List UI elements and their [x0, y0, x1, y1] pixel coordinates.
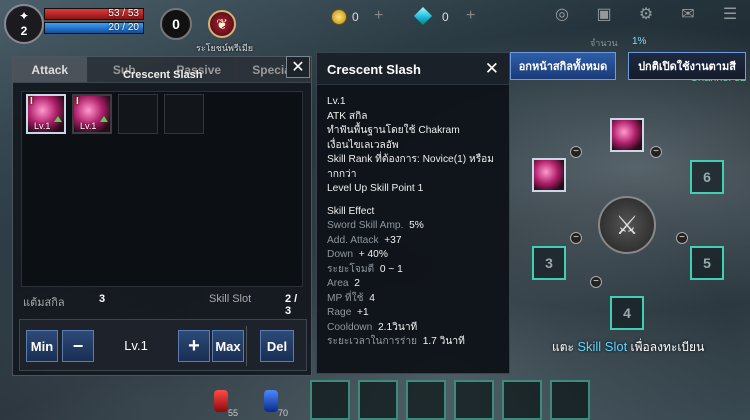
coin-value: 0 [352, 10, 359, 24]
minus-button[interactable]: − [62, 330, 94, 362]
skill-points-row: แต้มสกิล 3 Skill Slot 2 / 3 [23, 293, 303, 317]
mp-potion-count: 70 [278, 408, 289, 418]
skill-rank: I [30, 96, 33, 107]
skill-panel-close-button[interactable]: ✕ [286, 56, 310, 78]
detail-close-button[interactable]: ✕ [485, 59, 499, 79]
skill-points-label: แต้มสกิล [23, 297, 65, 309]
add-gems-button[interactable]: + [466, 7, 475, 25]
stat-label: จำนวน [590, 38, 618, 48]
remove-slot-icon[interactable]: − [676, 232, 688, 244]
skill-slot-4[interactable] [164, 94, 204, 134]
registered-skill-slot-left[interactable] [532, 158, 566, 192]
class-emblem-icon: ✦ [18, 9, 30, 23]
max-button[interactable]: Max [212, 330, 244, 362]
upgrade-arrow-icon [100, 116, 108, 122]
detail-line: Skill Rank ที่ต้องการ: Novice(1) หรือม [327, 154, 495, 165]
hp-bar: 53 / 53 [44, 8, 144, 20]
upgrade-arrow-icon [54, 116, 62, 122]
effect-row: ระยะโจมตี 0 ~ 1 [327, 263, 403, 275]
detail-header: Crescent Slash ✕ [317, 53, 509, 85]
hp-potion-count: 55 [228, 408, 239, 418]
min-button[interactable]: Min [26, 330, 58, 362]
skill-slot-3[interactable] [118, 94, 158, 134]
detail-line: Level Up Skill Point 1 [327, 183, 424, 194]
detail-line: ากกว่า [327, 168, 357, 180]
skill-level: Lv.1 [80, 121, 97, 131]
detail-line: เงื่อนไขเลเวลอัพ [327, 139, 399, 151]
effect-row: Down + 40% [327, 249, 388, 260]
skill-slot-1[interactable]: I Lv.1 [26, 94, 66, 134]
all-skills-page-button[interactable]: อกหน้าสกิลทั้งหมด [510, 52, 616, 80]
progress-percent: 1% [632, 36, 647, 47]
skill-slot-4-ring[interactable]: 4 [610, 296, 644, 330]
crossed-swords-icon: ⚔ [598, 196, 656, 254]
mail-icon[interactable]: ✉ [674, 4, 702, 24]
skill-effect-title: Skill Effect [327, 205, 375, 217]
add-coins-button[interactable]: + [374, 7, 383, 25]
skill-detail-panel: Crescent Slash ✕ Lv.1 ATK สกิล ทำฟันพื้น… [316, 52, 510, 374]
remove-slot-icon[interactable]: − [570, 232, 582, 244]
bag-icon[interactable]: ▣ [590, 4, 618, 24]
premium-benefit-icon[interactable]: ❦ [208, 10, 236, 38]
player-avatar[interactable]: ✦ 2 [4, 4, 44, 44]
effect-row: Sword Skill Amp. 5% [327, 220, 424, 231]
skill-slot-2[interactable]: I Lv.1 [72, 94, 112, 134]
mp-bar: 20 / 20 [44, 22, 144, 34]
detail-line: Lv.1 [327, 96, 346, 107]
quick-slot[interactable] [358, 380, 398, 420]
mp-potion-icon[interactable] [264, 390, 278, 412]
quick-slot[interactable] [310, 380, 350, 420]
premium-benefit-label: ระโยชน์พรีเมีย [196, 43, 254, 53]
normal-mode-button[interactable]: ปกติเปิดใช้งานตามสี [628, 52, 746, 80]
register-hint: แตะ Skill Slot เพื่อลงทะเบียน [552, 339, 705, 354]
quick-slot[interactable] [550, 380, 590, 420]
effect-row: Rage +1 [327, 307, 369, 318]
skill-slot-label: Skill Slot [209, 293, 252, 305]
skill-grid: I Lv.1 I Lv.1 [21, 91, 303, 287]
combo-counter[interactable]: 0 [160, 8, 192, 40]
settings-icon[interactable]: ⚙ [632, 4, 660, 24]
player-level: 2 [20, 24, 28, 38]
selected-skill-title: Crescent Slash [123, 69, 203, 81]
skill-level: Lv.1 [34, 121, 51, 131]
skill-list-panel: Attack Sub Passive Special Crescent Slas… [12, 56, 312, 376]
detail-line: ATK สกิล [327, 110, 368, 122]
hp-text: 53 / 53 [108, 8, 139, 19]
quick-slot[interactable] [454, 380, 494, 420]
registered-skill-slot-top[interactable] [610, 118, 644, 152]
target-icon[interactable]: ◎ [548, 4, 576, 24]
skill-rank: I [76, 96, 79, 107]
quick-slot[interactable] [406, 380, 446, 420]
skill-slot-5[interactable]: 5 [690, 246, 724, 280]
skill-slot-value: 2 / 3 [285, 293, 298, 317]
tab-attack[interactable]: Attack [13, 57, 88, 82]
effect-row: ระยะเวลาในการร่าย 1.7 วินาที [327, 336, 465, 347]
level-display: Lv.1 [124, 338, 148, 353]
remove-slot-icon[interactable]: − [590, 276, 602, 288]
community-icon[interactable]: ☰ [716, 4, 744, 24]
mp-text: 20 / 20 [108, 22, 139, 33]
remove-slot-icon[interactable]: − [570, 146, 582, 158]
skill-slot-3-ring[interactable]: 3 [532, 246, 566, 280]
delete-button[interactable]: Del [260, 330, 294, 362]
effect-row: Add. Attack +37 [327, 234, 402, 246]
quick-slot[interactable] [502, 380, 542, 420]
top-menu-icons: ◎ ▣ ⚙ ✉ ☰ [548, 4, 744, 24]
level-control-bar: Min − Lv.1 + Max Del [19, 319, 307, 371]
skill-slot-6[interactable]: 6 [690, 160, 724, 194]
effect-row: Area 2 [327, 278, 360, 289]
divider [246, 326, 247, 366]
detail-title: Crescent Slash [327, 62, 421, 77]
effect-row: Cooldown 2.1วินาที [327, 321, 418, 333]
coin-icon [331, 9, 347, 25]
hp-potion-icon[interactable] [214, 390, 228, 412]
gem-value: 0 [442, 10, 449, 24]
skill-points-value: 3 [99, 293, 106, 305]
effect-row: MP ที่ใช้ 4 [327, 292, 375, 304]
detail-line: ทำฟันพื้นฐานโดยใช้ Chakram [327, 125, 460, 136]
detail-body: Lv.1 ATK สกิล ทำฟันพื้นฐานโดยใช้ Chakram… [317, 85, 509, 350]
plus-button[interactable]: + [178, 330, 210, 362]
remove-slot-icon[interactable]: − [650, 146, 662, 158]
